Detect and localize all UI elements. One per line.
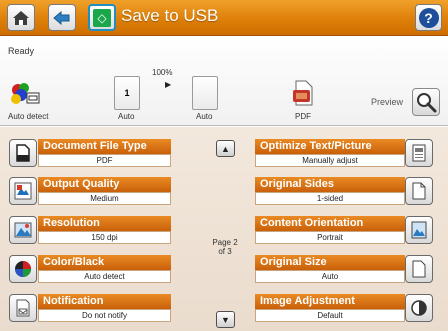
option-notification[interactable]: Notification Do not notify [9,294,171,324]
original-sides-icon [412,182,426,200]
chevron-up-icon: ▲ [221,143,230,154]
page-thumb-1-label: Auto [118,112,135,121]
color-black-button[interactable] [9,255,37,283]
chevron-down-icon: ▼ [221,314,230,325]
output-quality-button[interactable] [9,177,37,205]
resolution-icon [14,222,32,238]
original-size-button[interactable] [405,255,433,283]
zoom-label: 100% [152,68,173,77]
home-button[interactable] [7,4,35,31]
option-title: Output Quality [38,177,171,192]
page-thumb-2 [192,76,218,110]
color-mode-label: Auto detect [8,112,49,121]
option-original-sides[interactable]: Original Sides 1-sided [255,177,435,207]
option-title: Resolution [38,216,171,231]
start-icon: ◇ [93,8,111,27]
option-value: Default [255,309,405,322]
option-value: Medium [38,192,171,205]
notification-icon [16,299,30,317]
page-title: Save to USB [121,6,219,25]
option-title: Optimize Text/Picture [255,139,405,154]
color-black-icon [15,261,31,277]
right-arrow-icon: ▶ [165,80,172,89]
document-file-type-button[interactable] [9,139,37,167]
optimize-button[interactable] [405,139,433,167]
format-label: PDF [295,112,311,121]
title-bar: ◇ Save to USB ? [0,0,448,36]
preview-button[interactable] [412,88,440,116]
page-indicator: Page 2 of 3 [209,238,241,256]
option-optimize-text-picture[interactable]: Optimize Text/Picture Manually adjust [255,139,435,169]
status-area: Ready Auto detect 1 Auto 100% ▶ Auto PDF… [0,36,448,126]
quality-icon [14,182,32,200]
original-sides-button[interactable] [405,177,433,205]
home-icon [13,10,29,25]
option-color-black[interactable]: Color/Black Auto detect [9,255,171,285]
pdf-format-icon [293,80,313,106]
option-value: Auto detect [38,270,171,283]
content-orientation-button[interactable] [405,216,433,244]
preview-label: Preview [371,97,404,107]
color-detect-icon [11,83,40,104]
option-title: Document File Type [38,139,171,154]
image-adjustment-button[interactable] [405,294,433,322]
option-value: Portrait [255,231,405,244]
optimize-icon [412,144,426,162]
page-size-icon [412,260,426,278]
option-title: Notification [38,294,171,309]
resolution-button[interactable] [9,216,37,244]
help-button[interactable]: ? [415,4,442,31]
option-value: PDF [38,154,171,167]
option-value: Manually adjust [255,154,405,167]
option-output-quality[interactable]: Output Quality Medium [9,177,171,207]
status-text: Ready [8,46,35,56]
page-thumb-1-number: 1 [124,88,130,98]
page-indicator-line1: Page 2 [212,238,238,247]
back-button[interactable] [48,4,76,31]
page-thumb-1: 1 [114,76,140,110]
help-icon: ? [418,7,439,28]
option-title: Image Adjustment [255,294,405,309]
orientation-icon [411,221,427,239]
notification-button[interactable] [9,294,37,322]
back-arrow-icon [53,10,70,25]
document-icon [16,144,30,162]
page-indicator-line2: of 3 [218,247,232,256]
scroll-up-button[interactable]: ▲ [216,140,235,157]
options-panel: Document File Type PDF Output Quality Me… [0,127,448,331]
option-value: Do not notify [38,309,171,322]
option-image-adjustment[interactable]: Image Adjustment Default [255,294,435,324]
option-title: Color/Black [38,255,171,270]
option-title: Original Size [255,255,405,270]
option-resolution[interactable]: Resolution 150 dpi [9,216,171,246]
magnifier-icon [417,93,437,113]
page-thumb-2-label: Auto [196,112,213,121]
scroll-down-button[interactable]: ▼ [216,311,235,328]
option-content-orientation[interactable]: Content Orientation Portrait [255,216,435,246]
start-button[interactable]: ◇ [88,4,116,31]
option-value: 150 dpi [38,231,171,244]
contrast-icon [411,300,427,316]
option-value: 1-sided [255,192,405,205]
option-value: Auto [255,270,405,283]
option-original-size[interactable]: Original Size Auto [255,255,435,285]
option-document-file-type[interactable]: Document File Type PDF [9,139,171,169]
option-title: Original Sides [255,177,405,192]
option-title: Content Orientation [255,216,405,231]
